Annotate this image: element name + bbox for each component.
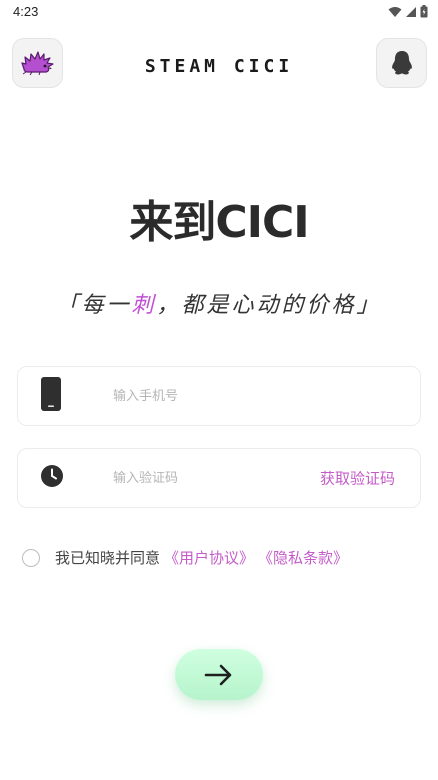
phone-field[interactable] <box>17 366 421 426</box>
qq-login-button[interactable] <box>376 38 427 88</box>
arrow-right-icon <box>204 664 232 685</box>
phone-input[interactable] <box>113 367 303 425</box>
clock-icon <box>40 464 64 492</box>
slogan-text-open: 「每一 <box>56 293 132 318</box>
get-code-button[interactable]: 获取验证码 <box>320 468 395 489</box>
status-bar: 4:23 <box>0 0 438 26</box>
slogan: 「每一刺，都是心动的价格」 <box>0 287 438 319</box>
battery-icon <box>420 5 428 18</box>
privacy-policy-link[interactable]: 《隐私条款》 <box>258 547 348 568</box>
submit-button[interactable] <box>175 649 263 700</box>
status-icons <box>388 5 428 18</box>
slogan-highlight: 刺 <box>131 293 157 318</box>
qq-penguin-icon <box>391 51 412 75</box>
user-agreement-link[interactable]: 《用户协议》 <box>164 547 254 568</box>
status-time: 4:23 <box>13 4 39 19</box>
signal-icon <box>406 6 416 17</box>
verification-code-input[interactable] <box>113 449 303 507</box>
agreement-text: 我已知晓并同意 <box>55 549 161 567</box>
slogan-text-close: ，都是心动的价格」 <box>156 293 382 318</box>
agreement-row: 我已知晓并同意 《用户协议》 《隐私条款》 <box>22 547 348 568</box>
brand-title: STEAM CICI <box>144 56 294 77</box>
verification-code-field[interactable]: 获取验证码 <box>17 448 421 508</box>
phone-icon <box>40 376 62 416</box>
wifi-icon <box>388 6 402 17</box>
page-title: 来到CICI <box>129 197 309 248</box>
agreement-checkbox[interactable] <box>22 548 40 567</box>
